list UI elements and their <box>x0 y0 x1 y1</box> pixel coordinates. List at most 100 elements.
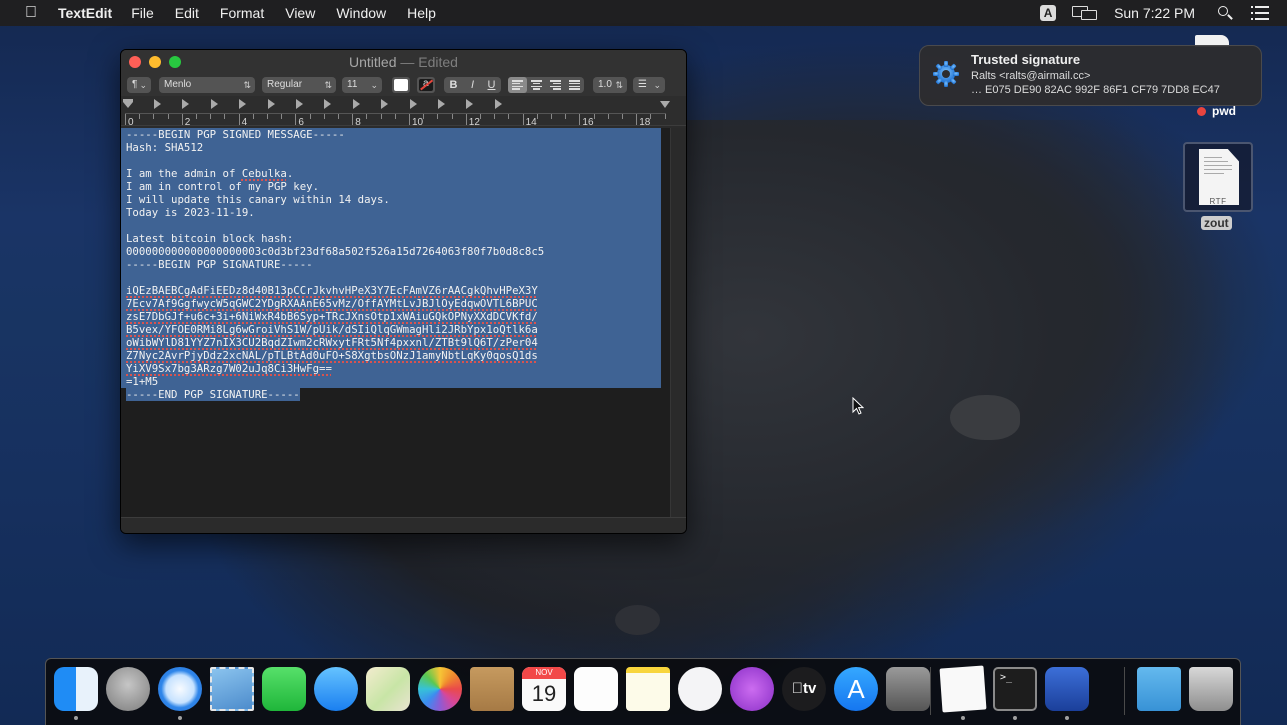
document-line: Today is 2023-11-19. <box>121 206 661 219</box>
document-line: YiXV9Sx7bg3ARzg7W02uJq8Ci3HwFg== <box>121 362 661 375</box>
align-center-button[interactable] <box>527 77 546 93</box>
document-text-area[interactable]: -----BEGIN PGP SIGNED MESSAGE----- Hash: … <box>121 128 672 519</box>
running-indicator <box>961 716 965 720</box>
menu-file[interactable]: File <box>131 5 154 21</box>
italic-button[interactable]: I <box>463 77 482 93</box>
tab-stop-marker[interactable] <box>381 99 389 109</box>
font-size-combo[interactable]: 11 ⌄ <box>342 77 382 93</box>
input-source-icon[interactable]: A <box>1040 5 1057 21</box>
tab-stop-marker[interactable] <box>239 99 247 109</box>
menu-app-name[interactable]: TextEdit <box>58 5 112 21</box>
ruler[interactable]: 0 2 4 6 8 10 12 14 16 18 <box>121 96 686 128</box>
ruler-tick <box>167 114 169 119</box>
bold-button[interactable]: B <box>444 77 463 93</box>
ruler-tick <box>295 114 297 125</box>
dock-app-store-icon[interactable]: A <box>834 667 878 711</box>
minimize-window-button[interactable] <box>149 56 161 68</box>
font-family-popup[interactable]: Menlo ⇅ <box>159 77 255 93</box>
dock-contacts-icon[interactable] <box>470 667 514 711</box>
window-titlebar[interactable]: Untitled — Edited <box>121 50 686 74</box>
tab-stop-marker[interactable] <box>296 99 303 109</box>
document-line: Z7Nyc2AvrPjyDdz2xcNAL/pTLBtAd0uFO+S8Xgtb… <box>121 349 661 362</box>
dock-trash-icon[interactable] <box>1189 667 1233 711</box>
vertical-scrollbar[interactable] <box>670 128 686 519</box>
ruler-tick <box>139 114 141 119</box>
dock-calendar-icon[interactable]: NOV 19 <box>522 667 566 711</box>
menu-format[interactable]: Format <box>220 5 264 21</box>
desktop-item-zout-icon[interactable]: RTF <box>1183 142 1253 212</box>
dock-maps-icon[interactable] <box>366 667 410 711</box>
menu-edit[interactable]: Edit <box>175 5 199 21</box>
menubar-clock[interactable]: Sun 7:22 PM <box>1114 5 1195 21</box>
ruler-tick <box>323 114 325 119</box>
dock-downloads-icon[interactable] <box>1137 667 1181 711</box>
paragraph-style-popup[interactable]: ¶ ⌄ <box>127 77 151 93</box>
underline-button[interactable]: U <box>482 77 501 93</box>
dock-safari-icon[interactable] <box>158 667 202 711</box>
ruler-tick <box>196 114 197 119</box>
tab-stop-marker[interactable] <box>438 99 445 109</box>
tab-stop-marker[interactable] <box>210 99 218 109</box>
document-line: oWibWYlD81YYZ7nIX3CU2BqdZIwm2cRWxytFRt5N… <box>121 336 661 349</box>
dock-system-preferences-icon[interactable] <box>886 667 930 711</box>
gear-icon <box>933 61 959 87</box>
left-indent-marker[interactable] <box>123 102 133 108</box>
desktop-item-label[interactable]: zout <box>1201 216 1232 230</box>
dock-finder-icon[interactable] <box>54 667 98 711</box>
align-justify-button[interactable] <box>565 77 584 93</box>
document-line: =1+M5 <box>121 375 661 388</box>
misspelled-word: iQEzBAEBCgAdFiEEDz8d40B13pCCrJkvhvHPeX3Y… <box>126 284 538 297</box>
menu-view[interactable]: View <box>285 5 315 21</box>
document-text[interactable]: -----BEGIN PGP SIGNED MESSAGE----- Hash: … <box>121 128 661 401</box>
tab-stop-marker[interactable] <box>494 99 502 109</box>
tab-stop-marker[interactable] <box>154 99 161 109</box>
ruler-tick <box>494 114 496 119</box>
document-line <box>121 219 661 232</box>
font-style-popup[interactable]: Regular ⇅ <box>262 77 336 93</box>
dock-messages-icon[interactable] <box>314 667 358 711</box>
close-window-button[interactable] <box>129 56 141 68</box>
dock-notes-icon[interactable] <box>626 667 670 711</box>
ruler-tick <box>224 114 226 119</box>
spotlight-search-icon[interactable] <box>1217 5 1233 21</box>
document-line: zsE7DbGJf+u6c+3i+6NiWxR4bB6Syp+TRcJXnsOt… <box>121 310 661 323</box>
tab-stop-marker[interactable] <box>324 99 332 109</box>
dock-mail-icon[interactable] <box>210 667 254 711</box>
list-style-popup[interactable]: ☰ ⌄ <box>633 77 665 93</box>
tab-stop-marker[interactable] <box>267 99 275 109</box>
zoom-window-button[interactable] <box>169 56 181 68</box>
align-right-button[interactable] <box>546 77 565 93</box>
desktop-item-pwd[interactable]: pwd <box>1197 104 1236 118</box>
red-tag-icon <box>1197 106 1206 116</box>
background-color-well[interactable]: a <box>417 77 435 93</box>
right-indent-marker[interactable] <box>660 101 670 108</box>
dock-launchpad-icon[interactable] <box>106 667 150 711</box>
align-left-button[interactable] <box>508 77 527 93</box>
text-color-well[interactable] <box>392 77 410 93</box>
tab-stop-marker[interactable] <box>182 99 190 109</box>
calendar-day: 19 <box>531 681 557 706</box>
screen-mirroring-icon[interactable] <box>1072 5 1098 21</box>
line-spacing-popup[interactable]: 1.0 ⇅ <box>593 77 627 93</box>
notification-center-icon[interactable] <box>1251 6 1269 20</box>
document-line: B5vex/YFOE0RMi8Lg6wGroiVhS1W/pUik/dSIiQl… <box>121 323 661 336</box>
tab-stop-marker[interactable] <box>409 99 417 109</box>
dock-podcasts-icon[interactable] <box>730 667 774 711</box>
ruler-label: 14 <box>525 117 537 128</box>
tab-stop-marker[interactable] <box>352 99 360 109</box>
dock-tv-icon[interactable]: tv <box>782 667 826 711</box>
apple-menu-icon[interactable]:  <box>22 4 40 22</box>
dock-textedit-icon[interactable] <box>939 665 987 713</box>
dock-music-icon[interactable] <box>678 667 722 711</box>
dock-photos-icon[interactable] <box>418 667 462 711</box>
dock-keychain-access-icon[interactable] <box>1045 667 1089 711</box>
dock-reminders-icon[interactable] <box>574 667 618 711</box>
dock-terminal-icon[interactable]: >_ <box>993 667 1037 711</box>
menu-window[interactable]: Window <box>336 5 386 21</box>
tab-stop-marker[interactable] <box>466 99 474 109</box>
document-line: I am in control of my PGP key. <box>121 180 661 193</box>
menu-help[interactable]: Help <box>407 5 436 21</box>
chevron-down-icon: ⌄ <box>653 80 661 90</box>
dock-facetime-icon[interactable] <box>262 667 306 711</box>
notification-banner[interactable]: Trusted signature Ralts <ralts@airmail.c… <box>919 45 1262 106</box>
